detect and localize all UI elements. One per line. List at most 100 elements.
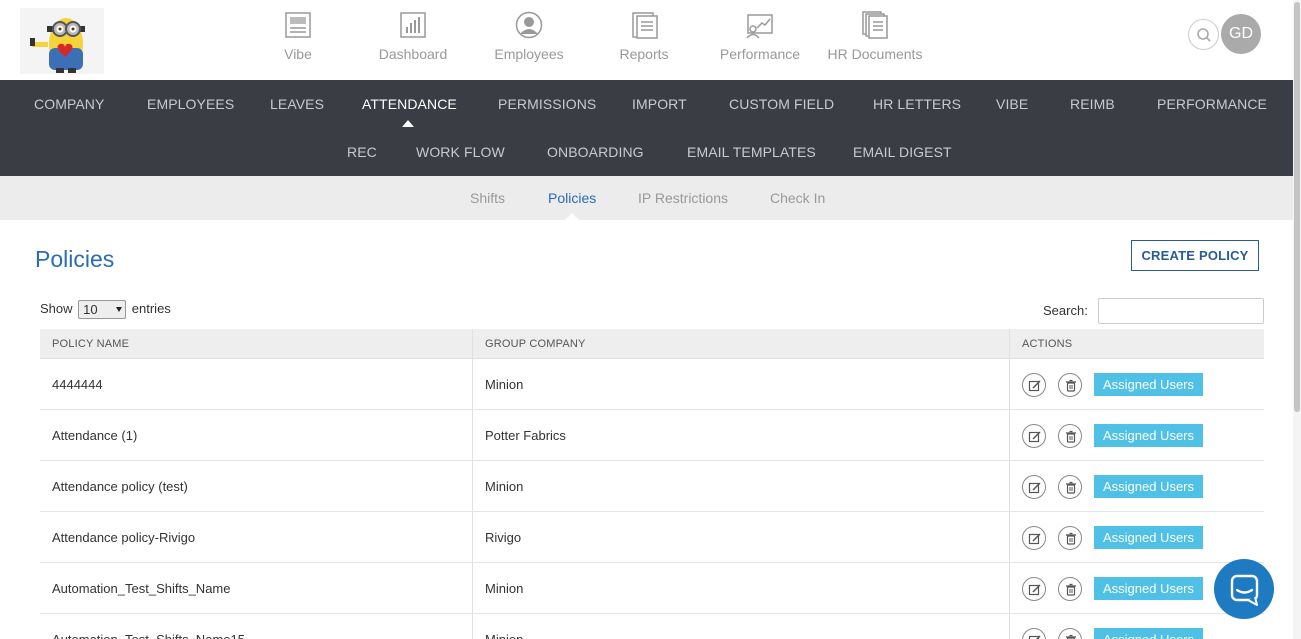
policy-name-cell[interactable]: Automation_Test_Shifts_Name15	[52, 632, 245, 639]
report-icon	[632, 12, 658, 39]
delete-policy-button[interactable]	[1058, 577, 1082, 601]
page-length-select[interactable]: 10	[78, 300, 127, 319]
newspaper-icon	[285, 12, 311, 38]
nav-item-email-templates[interactable]: EMAIL TEMPLATES	[687, 144, 816, 160]
nav-item-import[interactable]: IMPORT	[632, 96, 687, 112]
top-nav-label: HR Documents	[827, 46, 923, 62]
tab-shifts[interactable]: Shifts	[470, 190, 505, 206]
nav-item-onboarding[interactable]: ONBOARDING	[547, 144, 644, 160]
column-header-policy-name[interactable]: POLICY NAME	[52, 338, 129, 350]
top-nav-employees[interactable]: Employees	[469, 10, 589, 62]
tab-ip-restrictions[interactable]: IP Restrictions	[638, 190, 728, 206]
top-nav-label: Reports	[619, 46, 669, 62]
top-nav-label: Employees	[494, 46, 564, 62]
delete-policy-button[interactable]	[1058, 526, 1082, 550]
edit-policy-button[interactable]	[1022, 373, 1046, 397]
group-company-cell: Minion	[485, 479, 524, 494]
nav-item-company[interactable]: COMPANY	[34, 96, 104, 112]
column-header-actions: ACTIONS	[1022, 338, 1073, 350]
page-scrollbar-thumb[interactable]	[1294, 2, 1300, 412]
edit-policy-button[interactable]	[1022, 628, 1046, 639]
page-length-value: 10	[83, 302, 98, 317]
edit-icon	[1028, 380, 1041, 392]
policy-name-cell[interactable]: Attendance (1)	[52, 428, 137, 443]
delete-policy-button[interactable]	[1058, 475, 1082, 499]
policy-name-cell[interactable]: Attendance policy-Rivigo	[52, 530, 195, 545]
top-nav-performance[interactable]: Performance	[700, 10, 820, 62]
nav-item-employees[interactable]: EMPLOYEES	[147, 96, 234, 112]
table-row: Attendance (1) Potter Fabrics Assigned Use…	[40, 410, 1264, 461]
show-label: Show	[40, 300, 73, 316]
column-divider	[1009, 512, 1010, 562]
assigned-users-button[interactable]: Assigned Users	[1094, 475, 1203, 498]
policy-name-cell[interactable]: Automation_Test_Shifts_Name	[52, 581, 230, 596]
company-logo[interactable]	[20, 8, 104, 74]
tab-check-in[interactable]: Check In	[770, 190, 825, 206]
edit-policy-button[interactable]	[1022, 577, 1046, 601]
column-divider	[1009, 461, 1010, 511]
user-avatar[interactable]: GD	[1221, 14, 1261, 54]
column-divider	[1009, 329, 1010, 358]
active-tab-indicator	[565, 213, 579, 220]
delete-policy-button[interactable]	[1058, 424, 1082, 448]
top-nav-vibe[interactable]: Vibe	[238, 10, 358, 62]
table-row: Automation_Test_Shifts_Name15 Minion Assig…	[40, 614, 1264, 639]
entries-label: entries	[131, 300, 171, 316]
edit-policy-button[interactable]	[1022, 526, 1046, 550]
assigned-users-button[interactable]: Assigned Users	[1094, 373, 1203, 396]
global-search-button[interactable]	[1188, 19, 1219, 50]
nav-item-vibe[interactable]: VIBE	[996, 96, 1028, 112]
performance-icon	[746, 14, 773, 39]
trash-icon	[1066, 583, 1076, 596]
nav-item-rec[interactable]: REC	[347, 144, 377, 160]
trash-icon	[1066, 532, 1076, 545]
nav-item-reimb[interactable]: REIMB	[1070, 96, 1115, 112]
create-policy-button[interactable]: CREATE POLICY	[1131, 240, 1259, 271]
table-search-input[interactable]	[1098, 298, 1264, 324]
column-divider	[1009, 614, 1010, 639]
top-nav-hr-documents[interactable]: HR Documents	[815, 10, 935, 62]
nav-item-leaves[interactable]: LEAVES	[270, 96, 324, 112]
group-company-cell: Minion	[485, 632, 523, 639]
top-nav-reports[interactable]: Reports	[584, 10, 704, 62]
search-icon	[1197, 28, 1211, 42]
nav-item-performance[interactable]: PERFORMANCE	[1157, 96, 1267, 112]
user-circle-icon	[515, 11, 543, 39]
nav-item-permissions[interactable]: PERMISSIONS	[498, 96, 596, 112]
edit-icon	[1028, 431, 1041, 443]
table-body: 4444444 Minion Assigned Users Attendance (1…	[40, 359, 1264, 639]
trash-icon	[1066, 481, 1076, 494]
trash-icon	[1066, 634, 1076, 639]
policy-name-cell[interactable]: Attendance policy (test)	[52, 479, 188, 494]
nav-item-custom-field[interactable]: CUSTOM FIELD	[729, 96, 834, 112]
top-nav-dashboard[interactable]: Dashboard	[353, 10, 473, 62]
tab-policies[interactable]: Policies	[548, 190, 596, 206]
bar-chart-icon	[400, 12, 426, 38]
nav-item-attendance[interactable]: ATTENDANCE	[362, 96, 457, 112]
chat-icon	[1230, 574, 1259, 606]
assigned-users-button[interactable]: Assigned Users	[1094, 424, 1203, 447]
column-divider	[472, 512, 473, 562]
policies-table: POLICY NAME GROUP COMPANY ACTIONS 444444…	[40, 329, 1264, 639]
nav-item-email-digest[interactable]: EMAIL DIGEST	[853, 144, 952, 160]
edit-policy-button[interactable]	[1022, 475, 1046, 499]
edit-icon	[1028, 584, 1041, 596]
delete-policy-button[interactable]	[1058, 628, 1082, 639]
top-bar: Vibe Dashboard Employees Reports Perform…	[0, 0, 1293, 80]
top-nav-label: Performance	[719, 46, 801, 62]
active-nav-indicator	[402, 120, 414, 127]
nav-item-hr-letters[interactable]: HR LETTERS	[873, 96, 961, 112]
chat-widget-button[interactable]	[1214, 559, 1274, 619]
trash-icon	[1066, 379, 1076, 392]
policy-name-cell[interactable]: 4444444	[52, 377, 103, 392]
delete-policy-button[interactable]	[1058, 373, 1082, 397]
table-row: Attendance policy-Rivigo Rivigo Assigned U…	[40, 512, 1264, 563]
assigned-users-button[interactable]: Assigned Users	[1094, 526, 1203, 549]
column-header-group-company[interactable]: GROUP COMPANY	[485, 338, 586, 350]
table-header: POLICY NAME GROUP COMPANY ACTIONS	[40, 329, 1264, 359]
assigned-users-button[interactable]: Assigned Users	[1094, 577, 1203, 600]
column-divider	[472, 410, 473, 460]
nav-item-work-flow[interactable]: WORK FLOW	[416, 144, 505, 160]
edit-policy-button[interactable]	[1022, 424, 1046, 448]
assigned-users-button[interactable]: Assigned Users	[1094, 628, 1203, 639]
